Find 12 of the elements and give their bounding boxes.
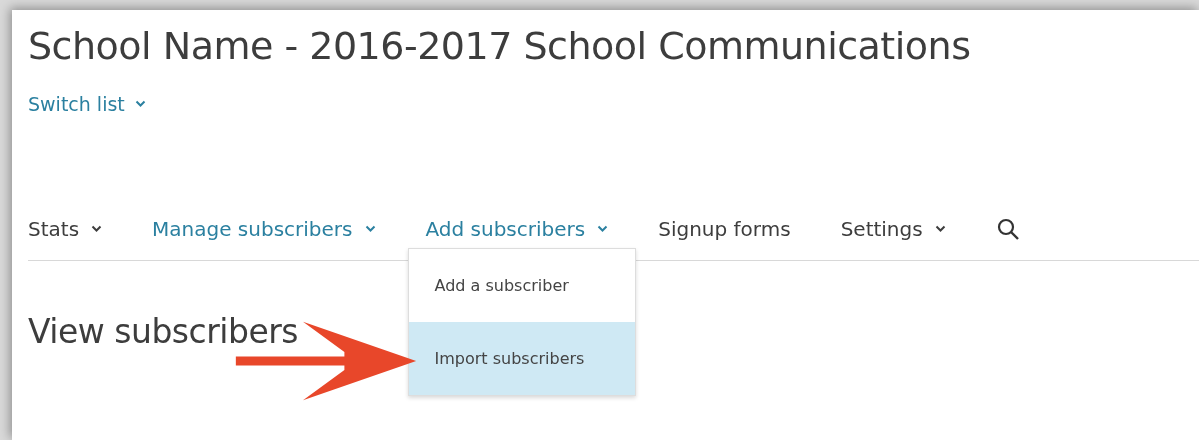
- list-title: School Name - 2016-2017 School Communications: [28, 24, 972, 70]
- section-heading: View subscribers: [28, 311, 299, 354]
- nav-tab[interactable]: Stats: [28, 214, 103, 245]
- chevron-icon: [134, 99, 146, 108]
- nav-tab[interactable]: Signup forms: [658, 214, 791, 245]
- nav-tab[interactable]: Add subscribers: [425, 214, 609, 245]
- menu-item[interactable]: Add a subscriber: [408, 249, 635, 323]
- switch-list-link[interactable]: Switch list: [28, 89, 146, 119]
- nav-tab[interactable]: Settings: [840, 214, 946, 245]
- search-icon[interactable]: [995, 217, 1020, 242]
- menu-item[interactable]: Import subscribers: [408, 322, 635, 396]
- nav-tab[interactable]: Manage subscribers: [152, 214, 376, 245]
